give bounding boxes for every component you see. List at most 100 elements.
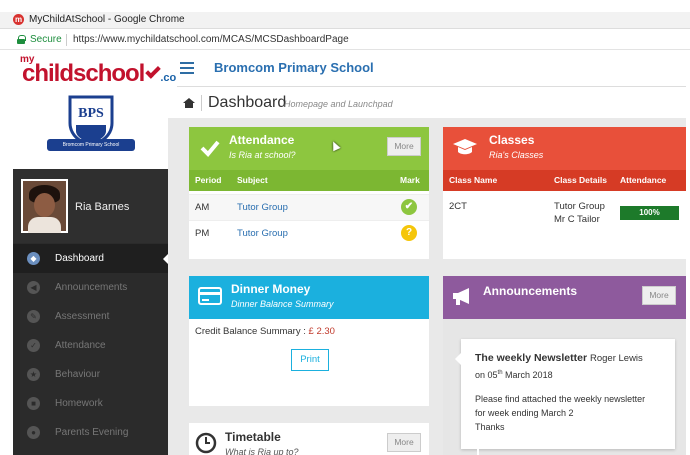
attendance-progress-bar: 100% (620, 206, 679, 220)
print-button[interactable]: Print (291, 349, 329, 371)
hamburger-bar (180, 67, 194, 69)
dinner-money-subtitle: Dinner Balance Summary (231, 299, 334, 309)
sidebar-item-assessment[interactable]: ✎ Assessment (13, 302, 168, 331)
timetable-card: Timetable What is Ria up to? More (189, 423, 429, 455)
sidebar-item-label: Attendance (55, 340, 106, 351)
date-month-year: March 2018 (502, 370, 553, 380)
sidebar-item-parents-evening[interactable]: ● Parents Evening (13, 418, 168, 447)
home-icon[interactable] (183, 98, 195, 109)
logo-my-text: my (20, 54, 35, 65)
dinner-money-title: Dinner Money (231, 282, 311, 296)
hamburger-bar (180, 62, 194, 64)
announcement-heading: The weekly Newsletter (475, 352, 588, 364)
timetable-more-button[interactable]: More (387, 433, 421, 452)
announcements-title: Announcements (483, 284, 578, 298)
attendance-card: Attendance Is Ria at school? More Period… (189, 127, 429, 259)
classes-subtitle: Ria's Classes (489, 150, 544, 160)
column-header-subject: Subject (237, 175, 268, 185)
class-name-cell: 2CT (449, 201, 467, 212)
announcement-body: Please find attached the weekly newslett… (475, 392, 645, 434)
subject-link[interactable]: Tutor Group (237, 228, 288, 239)
sidebar-item-behaviour[interactable]: ★ Behaviour (13, 360, 168, 389)
crest-letters: BPS (78, 106, 104, 121)
announcements-more-button[interactable]: More (642, 286, 676, 305)
attendance-table-header: Period Subject Mark (189, 170, 429, 191)
announcement-item[interactable]: The weekly Newsletter Roger Lewis on 05t… (455, 339, 675, 449)
classes-card: Classes Ria's Classes Class Name Class D… (443, 127, 686, 259)
credit-card-icon (198, 287, 222, 305)
timetable-title: Timetable (225, 430, 281, 444)
main-content: Dashboard Homepage and Launchpad Attenda… (168, 88, 686, 455)
check-icon: ✓ (27, 339, 40, 352)
sidebar-item-label: Homework (55, 398, 103, 409)
school-name: Bromcom Primary School (214, 60, 374, 75)
school-crest-area: BPS Bromcom Primary School (13, 87, 168, 169)
dashboard-icon: ◆ (27, 252, 40, 265)
period-cell: PM (195, 228, 210, 239)
column-header-class-name: Class Name (449, 175, 498, 185)
present-mark-icon: ✔ (401, 199, 417, 215)
browser-title-bar: m MyChildAtSchool - Google Chrome (0, 12, 690, 29)
classes-table-header: Class Name Class Details Attendance (443, 170, 686, 191)
app-header: Bromcom Primary School (177, 51, 686, 87)
avatar-shirt (28, 217, 61, 233)
browser-window: m MyChildAtSchool - Google Chrome Secure… (0, 0, 690, 455)
sidebar-item-homework[interactable]: ■ Homework (13, 389, 168, 418)
sidebar: BPS Bromcom Primary School Ria Barnes ◆ … (13, 87, 169, 455)
classes-card-header: Classes Ria's Classes (443, 127, 686, 170)
class-details-line2: Mr C Tailor (554, 214, 600, 225)
attendance-card-header: Attendance Is Ria at school? More (189, 127, 429, 170)
secure-label: Secure (30, 34, 62, 45)
dinner-money-card: Dinner Money Dinner Balance Summary Cred… (189, 276, 429, 406)
address-bar[interactable]: Secure https://www.mychildatschool.com/M… (0, 30, 690, 50)
user-profile[interactable]: Ria Barnes (13, 169, 168, 243)
hamburger-bar (180, 72, 194, 74)
briefcase-icon: ■ (27, 397, 40, 410)
avatar[interactable] (21, 179, 68, 233)
classes-title: Classes (489, 133, 535, 147)
sidebar-item-attendance[interactable]: ✓ Attendance (13, 331, 168, 360)
page-header-divider (201, 95, 202, 111)
logo-tick-icon (145, 63, 162, 79)
star-icon: ★ (27, 368, 40, 381)
sidebar-item-label: Announcements (55, 282, 128, 293)
sidebar-item-label: Parents Evening (55, 427, 129, 438)
chrome-app-icon: m (13, 14, 24, 25)
checkmark-icon (200, 140, 220, 157)
page-header: Dashboard Homepage and Launchpad (168, 88, 686, 118)
column-header-class-details: Class Details (554, 175, 607, 185)
logo-wordmark: childschool .com (22, 60, 186, 88)
user-name: Ria Barnes (75, 201, 130, 213)
announcements-body: The weekly Newsletter Roger Lewis on 05t… (443, 319, 686, 455)
sidebar-item-dashboard[interactable]: ◆ Dashboard (13, 244, 169, 273)
balance-value: £ 2.30 (308, 326, 335, 337)
announcement-author: Roger Lewis (589, 353, 643, 364)
attendance-title: Attendance (229, 133, 295, 147)
url-text[interactable]: https://www.mychildatschool.com/MCAS/MCS… (73, 34, 349, 45)
sidebar-item-label: Behaviour (55, 369, 101, 380)
attendance-more-button[interactable]: More (387, 137, 421, 156)
lock-icon (17, 35, 26, 44)
people-icon: ● (27, 426, 40, 439)
date-prefix: on 05 (475, 370, 498, 380)
page-subtitle: Homepage and Launchpad (284, 99, 393, 109)
table-row: PM Tutor Group ? (189, 220, 429, 246)
hamburger-menu-icon[interactable] (180, 62, 194, 74)
balance-summary: Credit Balance Summary : £ 2.30 (195, 326, 335, 337)
announcements-card-header: Announcements More (443, 276, 686, 319)
page-title: Dashboard (208, 94, 287, 111)
megaphone-icon: ◀ (27, 281, 40, 294)
sidebar-nav: ◆ Dashboard ◀ Announcements ✎ Assessment… (13, 244, 169, 447)
address-separator (66, 34, 67, 46)
subject-link[interactable]: Tutor Group (237, 202, 288, 213)
sidebar-item-announcements[interactable]: ◀ Announcements (13, 273, 168, 302)
period-cell: AM (195, 202, 210, 213)
dinner-money-card-header: Dinner Money Dinner Balance Summary (189, 276, 429, 319)
sidebar-item-label: Assessment (55, 311, 110, 322)
logo-area: childschool .com my (13, 51, 186, 87)
graduation-cap-icon (453, 139, 477, 155)
attendance-percentage: 100% (639, 208, 660, 217)
column-header-period: Period (195, 175, 222, 185)
column-header-attendance: Attendance (620, 175, 667, 185)
announcement-date: on 05th March 2018 (475, 370, 553, 380)
